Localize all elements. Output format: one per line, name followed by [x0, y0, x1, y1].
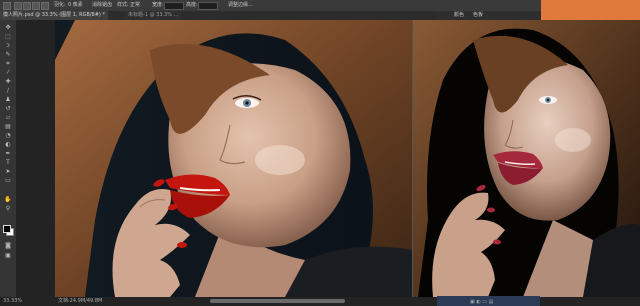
eraser-icon[interactable]: ▱	[4, 114, 12, 122]
trash-icon[interactable]: ▤	[489, 299, 494, 305]
intersect-selection-icon[interactable]	[41, 2, 49, 10]
tab-color[interactable]: 颜色	[454, 11, 464, 20]
history-brush-icon[interactable]: ↺	[4, 105, 12, 113]
tab-swatches[interactable]: 色板	[473, 11, 483, 20]
path-select-icon[interactable]: ➤	[4, 168, 12, 176]
stamp-icon[interactable]: ♟	[4, 96, 12, 104]
style-select[interactable]: 正常	[130, 0, 140, 11]
shape-icon[interactable]: ▭	[4, 177, 12, 185]
height-label: 高度:	[186, 2, 198, 8]
dodge-icon[interactable]: ◐	[4, 141, 12, 149]
zoom-icon[interactable]: ⚲	[4, 205, 12, 213]
move-icon[interactable]: ✥	[4, 24, 12, 32]
type-icon[interactable]: T	[4, 159, 12, 167]
antialias-label[interactable]: 消除锯齿	[92, 0, 112, 11]
lasso-icon[interactable]: ↄ	[4, 42, 12, 50]
orange-block	[541, 0, 640, 20]
feather-label: 羽化:	[54, 2, 66, 8]
blur-icon[interactable]: ◔	[4, 132, 12, 140]
height-input[interactable]	[198, 2, 218, 10]
screen-mode-icon[interactable]: ▣	[4, 252, 12, 260]
feather-field[interactable]: 0 像素	[68, 0, 83, 11]
width-label: 宽度:	[152, 2, 164, 8]
width-input[interactable]	[164, 2, 184, 10]
marquee-tool-icon[interactable]	[3, 2, 11, 10]
zoom-readout[interactable]: 33.33%	[3, 297, 22, 306]
subtract-selection-icon[interactable]	[32, 2, 40, 10]
folder-icon[interactable]: ▭	[482, 299, 487, 305]
quick-select-icon[interactable]: ✎	[4, 51, 12, 59]
healing-icon[interactable]: ✚	[4, 78, 12, 86]
foreground-color-swatch[interactable]	[3, 225, 11, 233]
document-info[interactable]: 文档:24.9M/49.8M	[58, 297, 102, 306]
portrait-photo-2	[413, 20, 640, 297]
gradient-icon[interactable]: ▤	[4, 123, 12, 131]
image-icon[interactable]: ▣	[470, 299, 475, 305]
status-icons: ▣ ◐ ▭ ▤	[470, 299, 493, 305]
eyedropper-icon[interactable]: ⁄	[4, 69, 12, 77]
panel-tab-strip: 颜色 色板	[437, 11, 541, 20]
marquee-icon[interactable]: ⬚	[4, 33, 12, 41]
horizontal-scrollbar[interactable]	[210, 299, 345, 303]
brush-icon[interactable]: ∕	[4, 87, 12, 95]
pen-icon[interactable]: ✒	[4, 150, 12, 158]
portrait-photo-1	[55, 20, 412, 297]
crop-icon[interactable]: ⌗	[4, 60, 12, 68]
adjust-icon[interactable]: ◐	[476, 299, 480, 305]
document-canvas-1[interactable]	[55, 20, 412, 297]
quick-mask-icon[interactable]: ◙	[4, 242, 12, 250]
hand-icon[interactable]: ✋	[4, 196, 12, 204]
canvas-pasteboard	[16, 20, 55, 297]
tab-document-2[interactable]: 未标题-1 @ 33.3% ...	[125, 11, 182, 20]
new-selection-icon[interactable]	[14, 2, 22, 10]
tools-panel: ✥ ⬚ ↄ ✎ ⌗ ⁄ ✚ ∕ ♟ ↺ ▱ ▤ ◔ ◐ ✒ T ➤ ▭ ✋ ⚲ …	[0, 20, 17, 304]
style-label: 样式:	[117, 2, 129, 8]
tab-document-1[interactable]: 模人照片.psd @ 33.3% (图层 1, RGB/8#) *	[0, 11, 108, 20]
document-canvas-2[interactable]	[413, 20, 640, 297]
refine-edge-button[interactable]: 调整边缘...	[228, 0, 253, 11]
add-selection-icon[interactable]	[23, 2, 31, 10]
